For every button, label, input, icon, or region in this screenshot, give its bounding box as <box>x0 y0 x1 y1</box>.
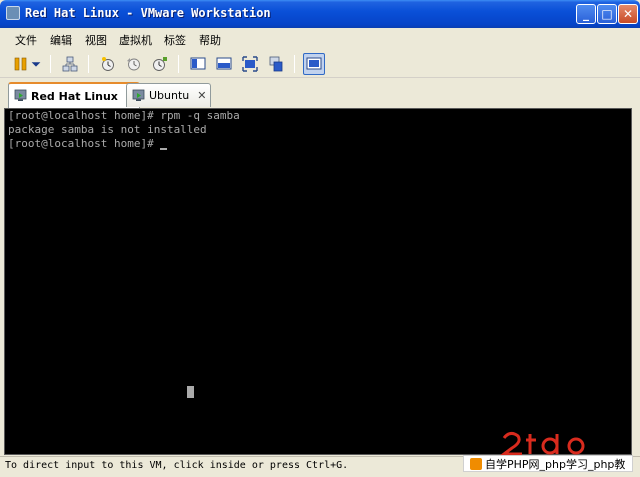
unity-icon[interactable] <box>265 53 287 75</box>
tab-red-hat-linux[interactable]: Red Hat Linux ✕ <box>8 82 141 108</box>
title-bar: Red Hat Linux - VMware Workstation _ □ ✕ <box>0 0 640 28</box>
text-cursor <box>160 148 168 150</box>
menu-help[interactable]: 帮助 <box>199 32 221 48</box>
toolbar-separator <box>50 55 51 73</box>
network-icon[interactable] <box>59 53 81 75</box>
toolbar-separator <box>178 55 179 73</box>
tab-label: Ubuntu <box>149 89 190 102</box>
close-button[interactable]: ✕ <box>618 4 638 24</box>
vm-running-icon <box>14 89 27 101</box>
quick-switch-icon[interactable] <box>213 53 235 75</box>
watermark-icon <box>470 457 482 470</box>
mouse-cursor-block <box>187 386 194 398</box>
snapshot-manager-icon[interactable] <box>149 53 171 75</box>
vm-tab-bar: Red Hat Linux ✕ Ubuntu ✕ <box>0 79 640 108</box>
menu-file[interactable]: 文件 <box>15 32 37 48</box>
vm-console-screen[interactable]: [root@localhost home]# rpm -q samba pack… <box>4 108 632 455</box>
tab-close-icon[interactable]: ✕ <box>197 89 206 102</box>
tab-label: Red Hat Linux <box>31 89 118 103</box>
toolbar <box>0 50 640 78</box>
toolbar-separator <box>88 55 89 73</box>
menu-vm[interactable]: 虚拟机 <box>119 32 152 48</box>
menu-tabs[interactable]: 标签 <box>164 32 186 48</box>
full-screen-icon[interactable] <box>239 53 261 75</box>
toolbar-separator <box>294 55 295 73</box>
dropdown-icon[interactable] <box>29 53 43 75</box>
menu-edit[interactable]: 编辑 <box>50 32 72 48</box>
console-line: [root@localhost home]# rpm -q samba <box>8 109 240 122</box>
menu-view[interactable]: 视图 <box>85 32 107 48</box>
snapshot-icon[interactable] <box>97 53 119 75</box>
maximize-button[interactable]: □ <box>597 4 617 24</box>
window-title: Red Hat Linux - VMware Workstation <box>25 6 271 20</box>
console-view-icon[interactable] <box>187 53 209 75</box>
tab-ubuntu[interactable]: Ubuntu ✕ <box>126 83 212 107</box>
thumbnail-view-icon[interactable] <box>303 53 325 75</box>
menu-bar: 文件 编辑 视图 虚拟机 标签 帮助 <box>0 28 640 50</box>
console-line: [root@localhost home]# <box>8 137 631 151</box>
revert-icon[interactable] <box>123 53 145 75</box>
vm-running-icon <box>132 89 145 101</box>
console-prompt: [root@localhost home]# <box>8 137 161 150</box>
watermark-logo <box>500 431 585 456</box>
watermark-text: 自学PHP网_php学习_php教 <box>485 457 626 471</box>
console-line: package samba is not installed <box>8 123 207 136</box>
minimize-button[interactable]: _ <box>576 4 596 24</box>
vmware-app-icon <box>6 6 20 20</box>
status-hint: To direct input to this VM, click inside… <box>5 460 349 471</box>
watermark-strip: 自学PHP网_php学习_php教 <box>463 455 633 472</box>
